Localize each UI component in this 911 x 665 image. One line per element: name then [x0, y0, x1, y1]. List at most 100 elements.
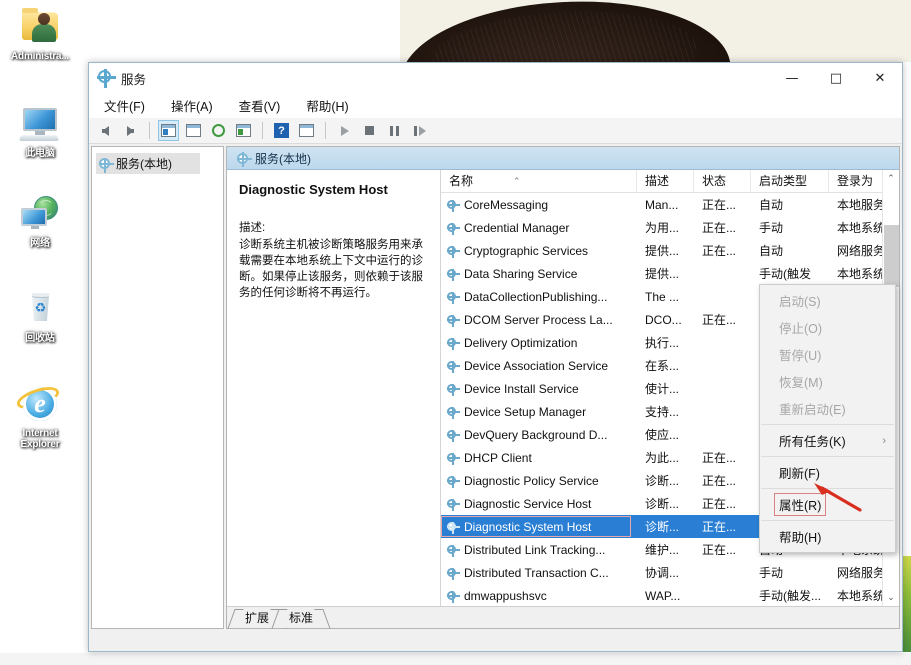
sort-ascending-icon: ⌃ — [513, 170, 521, 193]
refresh-button[interactable] — [208, 120, 229, 141]
properties-button[interactable] — [183, 120, 204, 141]
menu-stop: 停止(O) — [760, 314, 895, 341]
scrollbar-thumb[interactable] — [884, 225, 899, 287]
cell-start: 手动(触发... — [751, 587, 829, 604]
column-header-startup-type[interactable]: 启动类型 — [751, 170, 829, 193]
service-gear-icon — [447, 406, 459, 418]
window-title-bar[interactable]: 服务 — □ ✕ — [89, 63, 902, 93]
menu-file[interactable]: 文件(F) — [101, 94, 148, 117]
desktop-icon-this-pc[interactable]: 此电脑 — [2, 105, 78, 159]
menu-item-label: 暂停(U) — [779, 345, 821, 364]
export-list-button[interactable] — [233, 120, 254, 141]
forward-button[interactable] — [120, 120, 141, 141]
help-button[interactable]: ? — [271, 120, 292, 141]
column-header-status[interactable]: 状态 — [694, 170, 751, 193]
cell-desc: 提供... — [637, 242, 694, 259]
menu-item-label: 所有任务(K) — [779, 431, 846, 450]
menu-action[interactable]: 操作(A) — [168, 94, 216, 117]
minimize-button[interactable]: — — [770, 63, 814, 93]
cell-desc: 诊断... — [637, 495, 694, 512]
service-gear-icon — [447, 521, 459, 533]
cell-state: 正在... — [694, 541, 751, 558]
service-gear-icon — [447, 337, 459, 349]
cell-name: Delivery Optimization — [441, 336, 637, 350]
menu-help[interactable]: 帮助(H) — [303, 94, 351, 117]
column-header-name[interactable]: 名称 ⌃ — [441, 170, 637, 193]
arrow-left-icon — [102, 126, 109, 136]
table-row[interactable]: dmwappushsvcWAP...手动(触发...本地系统 — [441, 584, 899, 606]
view-tabs: 扩展 标准 — [227, 606, 899, 628]
menu-item-label: 停止(O) — [779, 318, 822, 337]
service-name-label: CoreMessaging — [464, 198, 548, 212]
column-header-description[interactable]: 描述 — [637, 170, 694, 193]
service-name-label: DevQuery Background D... — [464, 428, 607, 442]
service-name-label: Diagnostic System Host — [464, 520, 591, 534]
cell-name: Cryptographic Services — [441, 244, 637, 258]
service-gear-icon — [447, 199, 459, 211]
show-action-pane-button[interactable] — [296, 120, 317, 141]
start-service-button[interactable] — [334, 120, 355, 141]
desktop-icon-network[interactable]: 网络 — [2, 195, 78, 249]
stop-service-button[interactable] — [359, 120, 380, 141]
services-gear-icon — [98, 70, 114, 86]
back-button[interactable] — [95, 120, 116, 141]
service-name-label: Data Sharing Service — [464, 267, 577, 281]
menu-view[interactable]: 查看(V) — [236, 94, 284, 117]
menu-properties[interactable]: 属性(R) — [760, 491, 895, 518]
service-name-label: Diagnostic Policy Service — [464, 474, 599, 488]
service-gear-icon — [447, 452, 459, 464]
menu-refresh[interactable]: 刷新(F) — [760, 459, 895, 486]
service-context-menu: 启动(S)停止(O)暂停(U)恢复(M)重新启动(E)所有任务(K)›刷新(F)… — [759, 284, 896, 553]
cell-desc: 维护... — [637, 541, 694, 558]
cell-start: 自动 — [751, 242, 829, 259]
service-detail-pane: Diagnostic System Host 描述: 诊断系统主机被诊断策略服务… — [227, 170, 441, 606]
table-row[interactable]: Data Sharing Service提供...手动(触发本地系统 — [441, 262, 899, 285]
menu-separator — [761, 520, 894, 521]
table-row[interactable]: Cryptographic Services提供...正在...自动网络服务 — [441, 239, 899, 262]
desktop-icon-administrator[interactable]: Administra... — [2, 8, 78, 62]
cell-name: CoreMessaging — [441, 198, 637, 212]
cell-name: Distributed Transaction C... — [441, 566, 637, 580]
cell-desc: 诊断... — [637, 518, 694, 535]
tree-item-services-local[interactable]: 服务(本地) — [96, 153, 200, 174]
cell-start: 手动(触发 — [751, 265, 829, 282]
maximize-button[interactable]: □ — [814, 63, 858, 93]
table-row[interactable]: Credential Manager为用...正在...手动本地系统 — [441, 216, 899, 239]
menu-help[interactable]: 帮助(H) — [760, 523, 895, 550]
menu-all-tasks[interactable]: 所有任务(K)› — [760, 427, 895, 454]
services-gear-icon — [237, 153, 248, 164]
table-row[interactable]: CoreMessagingMan...正在...自动本地服务 — [441, 193, 899, 216]
desktop-icon-label: 回收站 — [2, 333, 78, 344]
cell-desc: The ... — [637, 290, 694, 304]
scroll-up-button[interactable]: ⌃ — [883, 170, 900, 187]
action-pane-icon — [299, 124, 314, 137]
service-name-label: DataCollectionPublishing... — [464, 290, 607, 304]
table-row[interactable]: Distributed Transaction C...协调...手动网络服务 — [441, 561, 899, 584]
toolbar-separator — [149, 122, 150, 139]
menu-restart: 重新启动(E) — [760, 395, 895, 422]
toolbar-separator — [262, 122, 263, 139]
export-list-icon — [236, 124, 251, 137]
show-hide-tree-button[interactable] — [158, 120, 179, 141]
close-button[interactable]: ✕ — [858, 63, 902, 93]
restart-service-button[interactable] — [409, 120, 430, 141]
cell-name: Diagnostic System Host — [441, 520, 637, 534]
service-gear-icon — [447, 360, 459, 372]
user-folder-icon — [18, 8, 62, 48]
service-name-label: Device Setup Manager — [464, 405, 586, 419]
menu-start: 启动(S) — [760, 287, 895, 314]
service-detail-title: Diagnostic System Host — [239, 182, 430, 197]
cell-start: 手动 — [751, 564, 829, 581]
desktop-icon-recycle-bin[interactable]: ♻ 回收站 — [2, 290, 78, 344]
arrow-right-icon — [127, 126, 134, 136]
tab-standard[interactable]: 标准 — [279, 609, 323, 628]
tree-item-label: 服务(本地) — [116, 155, 172, 172]
scroll-down-button[interactable]: ⌄ — [883, 589, 900, 606]
wallpaper-hair-shape — [400, 0, 733, 62]
service-name-label: Device Association Service — [464, 359, 608, 373]
pause-service-button[interactable] — [384, 120, 405, 141]
cell-desc: 提供... — [637, 265, 694, 282]
desktop-icon-internet-explorer[interactable]: Internet Explorer — [2, 385, 78, 450]
service-gear-icon — [447, 222, 459, 234]
pane-header: 服务(本地) — [227, 147, 899, 170]
